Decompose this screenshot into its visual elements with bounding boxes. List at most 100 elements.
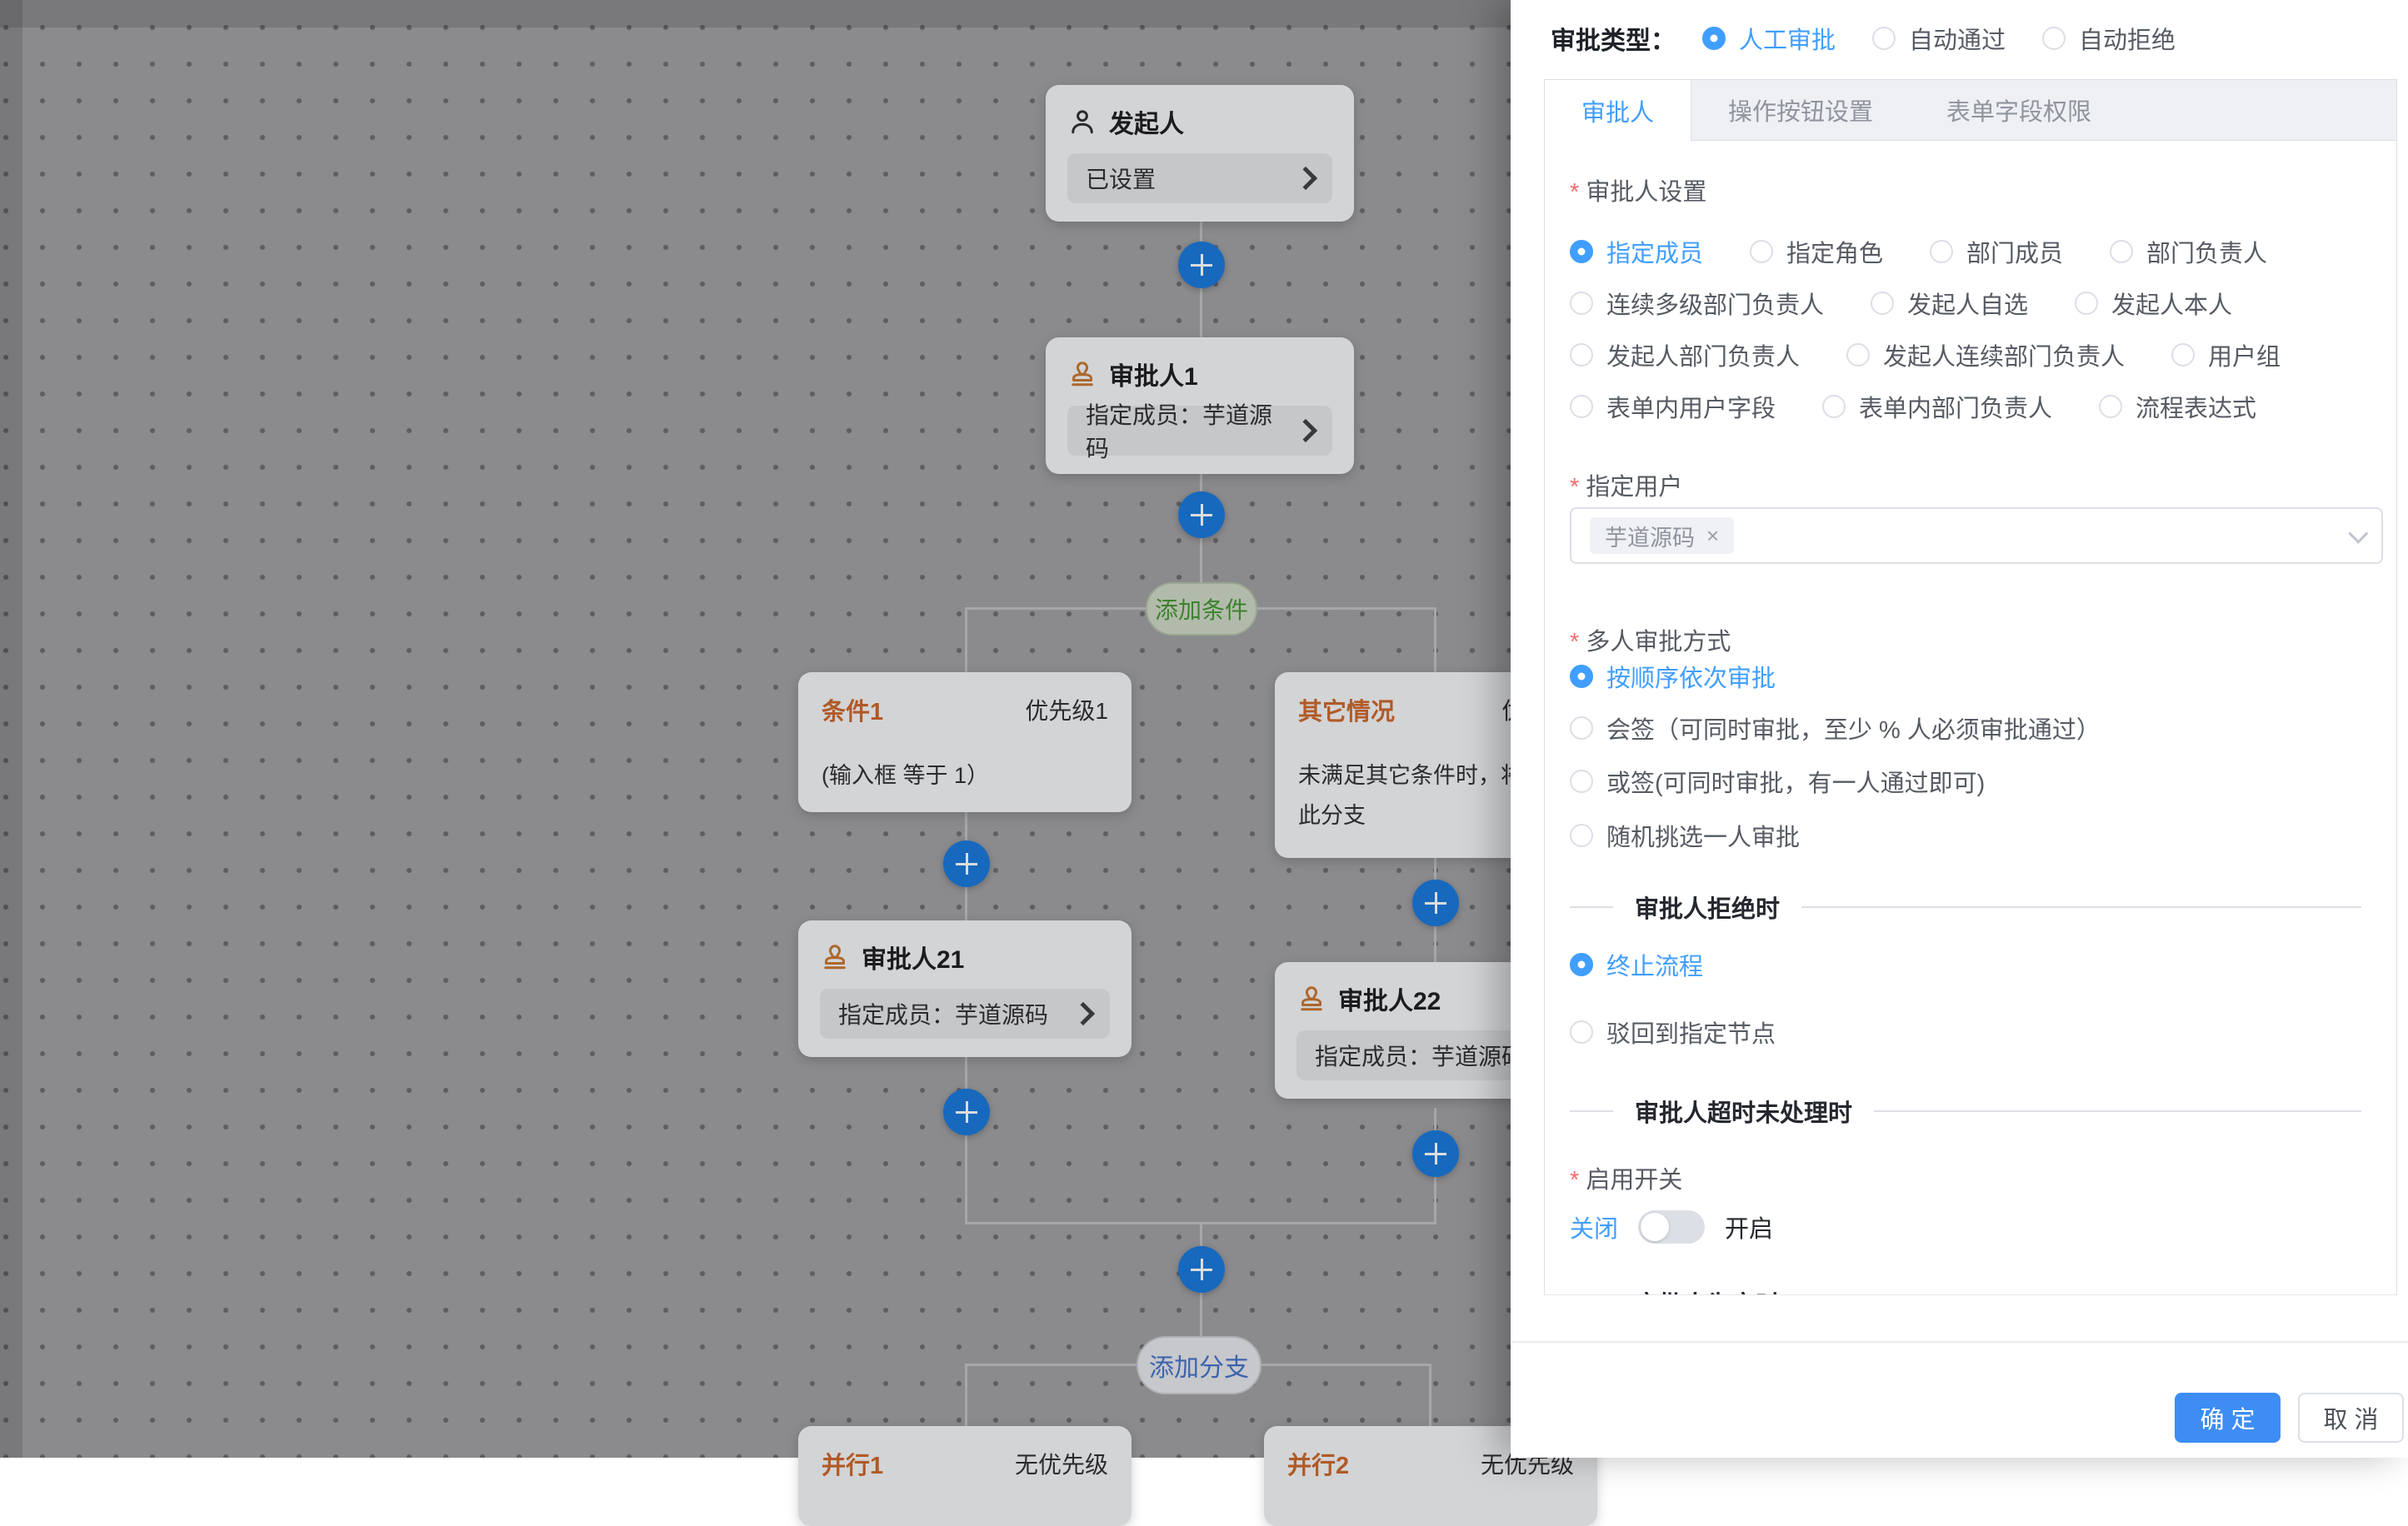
connector — [965, 607, 967, 672]
mode-random-radio[interactable]: 随机挑选一人审批 — [1570, 818, 1800, 853]
radio-label: 部门负责人 — [2146, 234, 2267, 269]
condition1-node-card[interactable]: 条件1 优先级1 (输入框 等于 1） — [798, 672, 1132, 812]
radio-label: 用户组 — [2208, 337, 2281, 372]
approval-type-manual-radio[interactable]: 人工审批 — [1702, 21, 1836, 56]
radio-dot-icon — [2110, 240, 2133, 263]
radio-dot-icon — [1750, 240, 1773, 263]
approver-type-role-radio[interactable]: 指定角色 — [1750, 234, 1883, 269]
radio-dot-icon — [2042, 27, 2066, 50]
switch-on-label: 开启 — [1725, 1209, 1773, 1244]
enable-switch-label: 启用开关 — [1570, 1160, 1682, 1195]
stamp-icon — [820, 942, 850, 972]
enable-switch-row: 关闭 开启 — [1570, 1209, 1773, 1244]
approval-type-auto-approve-radio[interactable]: 自动通过 — [1872, 21, 2006, 56]
add-node-button[interactable] — [1412, 1130, 1459, 1177]
approver-setting-row4: 表单内用户字段 表单内部门负责人 流程表达式 — [1570, 389, 2256, 424]
approver-type-initiator-dept-leader-radio[interactable]: 发起人部门负责人 — [1570, 337, 1800, 372]
radio-dot-icon — [2075, 292, 2098, 315]
tab-label: 操作按钮设置 — [1728, 92, 1873, 127]
reject-divider: 审批人拒绝时 — [1570, 906, 2361, 908]
parallel1-title: 并行1 — [822, 1446, 883, 1481]
switch-off-label: 关闭 — [1570, 1209, 1618, 1244]
approver-type-form-user-field-radio[interactable]: 表单内用户字段 — [1570, 389, 1776, 424]
approver-type-dept-leader-radio[interactable]: 部门负责人 — [2110, 234, 2267, 269]
mode-orsign-option: 或签(可同时审批，有一人通过即可) — [1570, 764, 1985, 799]
reject-terminate-option: 终止流程 — [1570, 947, 1703, 982]
condition-else-title: 其它情况 — [1298, 692, 1395, 727]
approver-type-member-radio[interactable]: 指定成员 — [1570, 234, 1703, 269]
add-node-button[interactable] — [943, 1089, 990, 1135]
add-node-button[interactable] — [943, 840, 990, 887]
approver-type-initiator-self-radio[interactable]: 发起人本人 — [2075, 286, 2232, 321]
mode-sequential-radio[interactable]: 按顺序依次审批 — [1570, 659, 1776, 694]
mode-random-option: 随机挑选一人审批 — [1570, 818, 1800, 853]
timeout-divider: 审批人超时未处理时 — [1570, 1110, 2361, 1112]
approver-type-initiator-multi-dept-leader-radio[interactable]: 发起人连续部门负责人 — [1846, 337, 2125, 372]
radio-dot-icon — [1846, 343, 1870, 367]
approver-type-multi-level-leader-radio[interactable]: 连续多级部门负责人 — [1570, 286, 1824, 321]
connector — [1434, 607, 1436, 672]
add-node-button[interactable] — [1178, 1246, 1225, 1293]
approver1-node-card[interactable]: 审批人1 指定成员：芋道源码 — [1046, 337, 1354, 474]
reject-return-node-option: 驳回到指定节点 — [1570, 1015, 1776, 1050]
parallel1-node-card[interactable]: 并行1 无优先级 — [798, 1426, 1132, 1526]
approver1-node-summary: 指定成员：芋道源码 — [1086, 397, 1287, 464]
mode-countersign-option: 会签（可同时审批，至少 % 人必须审批通过） — [1570, 711, 2101, 746]
start-node-title: 发起人 — [1067, 103, 1332, 140]
timeout-enable-toggle[interactable] — [1638, 1210, 1705, 1244]
add-node-button[interactable] — [1412, 880, 1459, 926]
tab-form-field-permissions[interactable]: 表单字段权限 — [1910, 80, 2128, 140]
condition1-priority: 优先级1 — [1025, 693, 1108, 726]
start-node-card[interactable]: 发起人 已设置 — [1046, 85, 1354, 222]
approval-type-auto-reject-radio[interactable]: 自动拒绝 — [2042, 21, 2176, 56]
stamp-icon — [1296, 984, 1326, 1014]
chevron-right-icon — [1294, 419, 1317, 442]
start-node-label: 发起人 — [1109, 103, 1184, 140]
tab-label: 审批人 — [1581, 93, 1654, 128]
reject-return-node-radio[interactable]: 驳回到指定节点 — [1570, 1015, 1776, 1050]
approver-type-user-group-radio[interactable]: 用户组 — [2171, 337, 2281, 372]
approver1-node-summary-row[interactable]: 指定成员：芋道源码 — [1067, 406, 1332, 456]
chevron-right-icon — [1072, 1002, 1095, 1025]
radio-dot-icon — [1570, 1020, 1593, 1044]
mode-countersign-radio[interactable]: 会签（可同时审批，至少 % 人必须审批通过） — [1570, 711, 2101, 746]
radio-label: 表单内部门负责人 — [1859, 389, 2052, 424]
approver21-node-summary-row[interactable]: 指定成员：芋道源码 — [820, 989, 1110, 1039]
radio-dot-icon — [1871, 292, 1894, 315]
reject-divider-title: 审批人拒绝时 — [1613, 890, 1801, 925]
radio-dot-icon — [2099, 395, 2122, 418]
tab-approver[interactable]: 审批人 — [1545, 80, 1691, 141]
assign-user-select[interactable]: 芋道源码 × — [1570, 507, 2383, 564]
connector — [1429, 1364, 1431, 1426]
start-node-summary-row[interactable]: 已设置 — [1067, 153, 1332, 203]
reject-terminate-radio[interactable]: 终止流程 — [1570, 947, 1703, 982]
approver-type-initiator-select-radio[interactable]: 发起人自选 — [1871, 286, 2028, 321]
add-branch-label: 添加分支 — [1149, 1347, 1249, 1384]
approver-type-dept-member-radio[interactable]: 部门成员 — [1930, 234, 2063, 269]
approver-form-pane[interactable]: 审批人设置 指定成员 指定角色 部门成员 部门负责人 — [1545, 141, 2396, 1294]
add-condition-button[interactable]: 添加条件 — [1146, 582, 1257, 636]
user-icon — [1067, 107, 1097, 137]
approver21-node-card[interactable]: 审批人21 指定成员：芋道源码 — [798, 920, 1132, 1057]
start-node-summary: 已设置 — [1086, 162, 1156, 195]
approver22-node-summary: 指定成员：芋道源码 — [1315, 1039, 1525, 1072]
radio-dot-icon — [1570, 824, 1593, 847]
approver21-node-label: 审批人21 — [862, 939, 964, 975]
tab-button-settings[interactable]: 操作按钮设置 — [1691, 80, 1910, 140]
approver-type-process-expression-radio[interactable]: 流程表达式 — [2099, 389, 2256, 424]
remove-tag-icon[interactable]: × — [1706, 523, 1719, 549]
cancel-button[interactable]: 取 消 — [2298, 1393, 2404, 1443]
radio-label: 或签(可同时审批，有一人通过即可) — [1606, 764, 1985, 799]
mode-orsign-radio[interactable]: 或签(可同时审批，有一人通过即可) — [1570, 764, 1985, 799]
radio-label: 发起人本人 — [2111, 286, 2232, 321]
add-branch-button[interactable]: 添加分支 — [1137, 1336, 1261, 1394]
radio-dot-icon — [1822, 395, 1846, 418]
confirm-button[interactable]: 确 定 — [2175, 1393, 2281, 1443]
add-node-button[interactable] — [1178, 242, 1225, 288]
radio-dot-icon — [2171, 343, 2195, 367]
add-node-button[interactable] — [1178, 491, 1225, 538]
parallel2-title: 并行2 — [1287, 1446, 1349, 1481]
approval-type-label: 审批类型： — [1551, 20, 1676, 57]
radio-label: 发起人部门负责人 — [1606, 337, 1800, 372]
approver-type-form-dept-leader-radio[interactable]: 表单内部门负责人 — [1822, 389, 2052, 424]
